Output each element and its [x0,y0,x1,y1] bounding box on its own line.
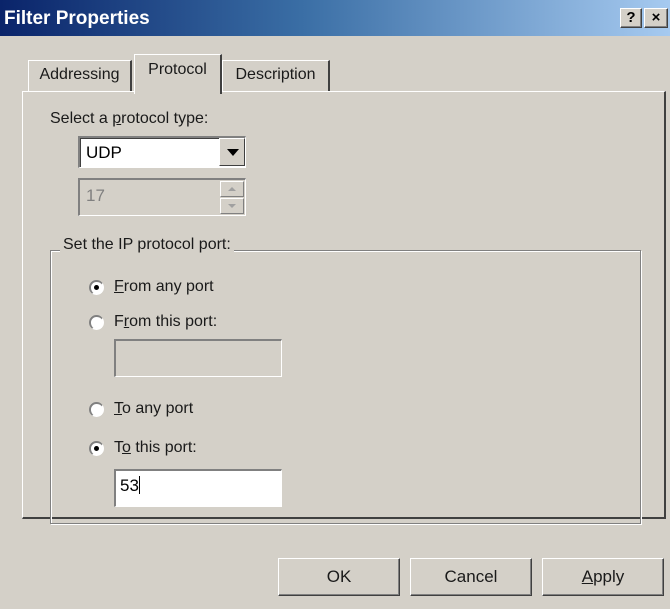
spin-up-button [220,181,244,197]
arrow-up-icon [228,187,236,191]
protocol-type-label: Select a protocol type: [50,110,209,127]
radio-selected-dot [94,446,99,451]
to-any-port-label[interactable]: To any port [114,400,193,418]
help-button[interactable]: ? [620,8,642,28]
tab-description[interactable]: Description [222,60,330,92]
from-this-port-radio[interactable] [89,315,104,330]
protocol-type-dropdown[interactable]: UDP [78,136,246,168]
ok-button[interactable]: OK [278,558,400,596]
radio-selected-dot [94,285,99,290]
protocol-type-value: UDP [86,143,122,162]
ok-label: OK [326,567,352,586]
tab-addressing[interactable]: Addressing [28,60,132,92]
spin-down-button [220,198,244,214]
window-title: Filter Properties [4,8,150,29]
from-this-port-label[interactable]: From this port: [114,313,217,331]
arrow-down-icon [228,204,236,208]
close-icon: × [651,9,661,26]
close-button[interactable]: × [644,8,668,28]
from-port-input [114,339,282,377]
from-any-port-label[interactable]: From any port [114,278,214,296]
tab-label: Addressing [39,66,120,83]
protocol-number-value: 17 [86,186,105,205]
filter-properties-dialog: Filter Properties ? × Addressing Protoco… [0,0,670,609]
help-icon: ? [626,9,636,26]
text-caret [138,476,140,494]
tab-label: Protocol [148,61,207,78]
from-any-port-radio[interactable] [89,280,104,295]
to-this-port-radio[interactable] [89,441,104,456]
title-bar[interactable]: Filter Properties ? × [0,0,670,36]
dropdown-button[interactable] [219,138,245,166]
to-port-value: 53 [120,476,140,495]
tab-label: Description [235,66,316,83]
to-port-input[interactable]: 53 [114,469,282,507]
ip-port-group-title: Set the IP protocol port: [60,236,234,254]
cancel-label: Cancel [444,567,498,586]
tab-protocol[interactable]: Protocol [134,54,222,94]
apply-button[interactable]: Apply [542,558,664,596]
to-this-port-label[interactable]: To this port: [114,439,197,457]
chevron-down-icon [227,149,239,156]
protocol-number-spinner: 17 [78,178,246,216]
to-any-port-radio[interactable] [89,402,104,417]
cancel-button[interactable]: Cancel [410,558,532,596]
apply-label: Apply [581,567,625,586]
